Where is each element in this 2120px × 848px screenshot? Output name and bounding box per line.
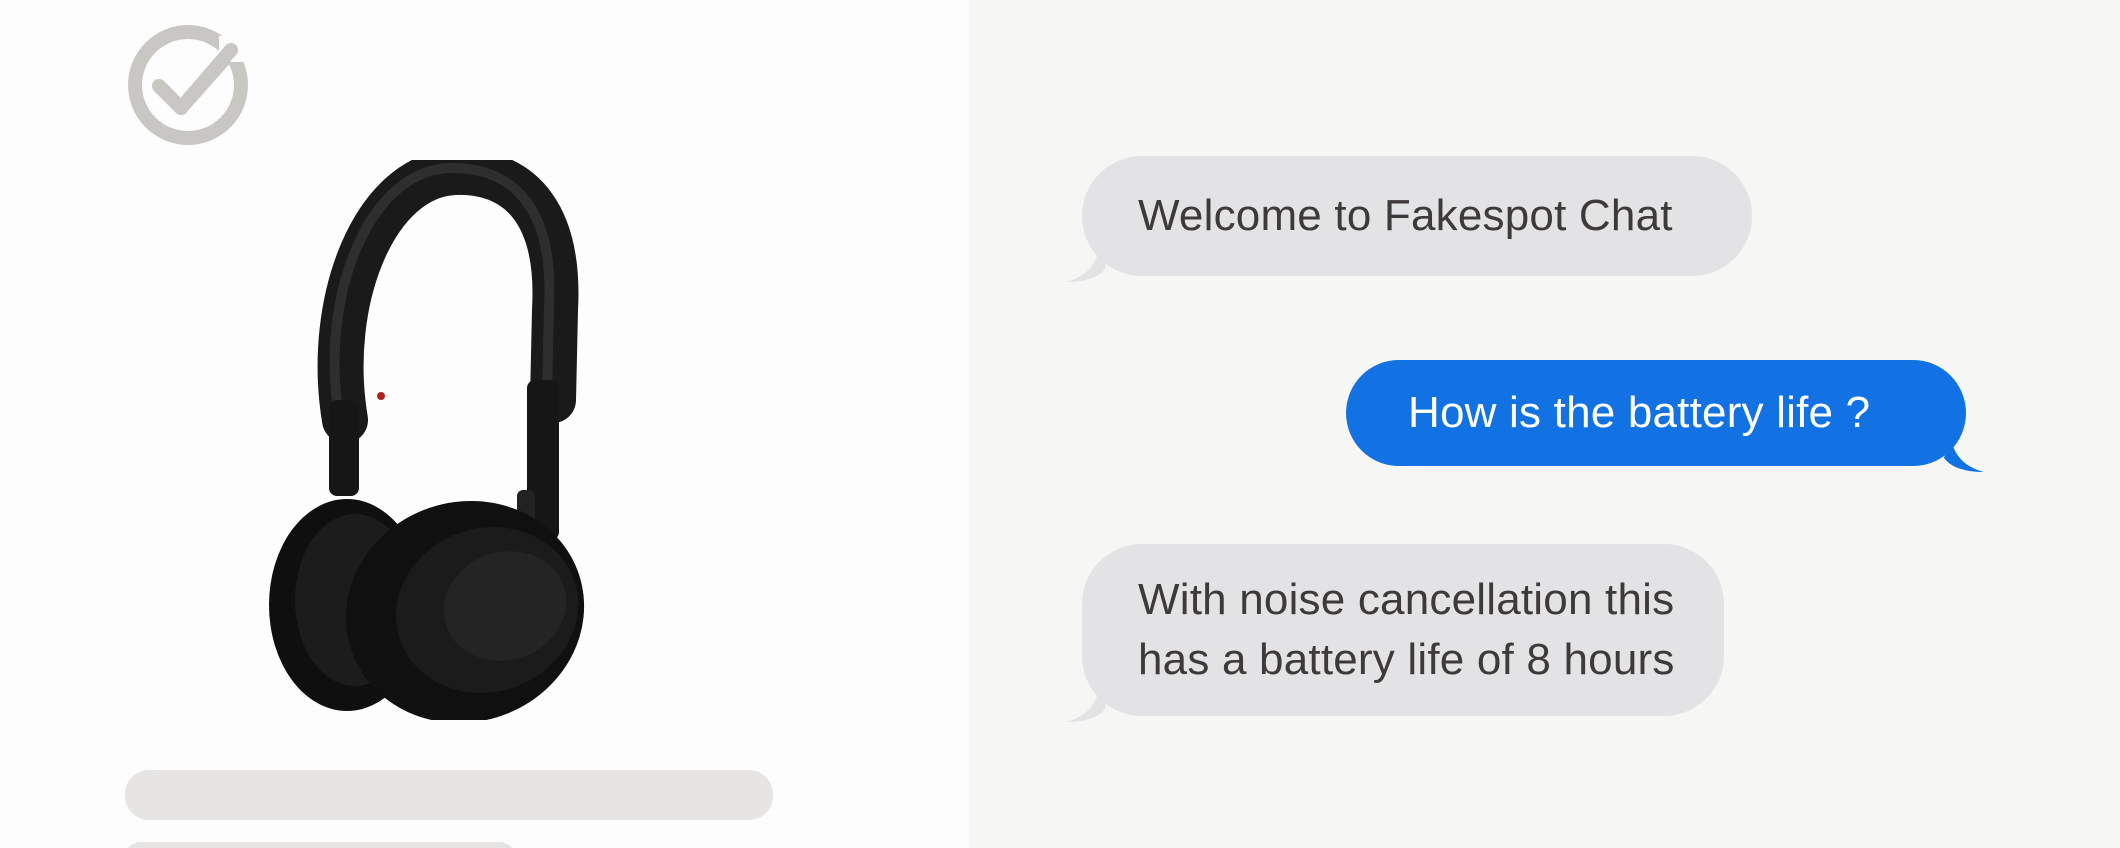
message-text: How is the battery life ? (1408, 388, 1871, 437)
message-text: With noise cancellation this has a batte… (1138, 575, 1675, 684)
chat-message-incoming: With noise cancellation this has a batte… (1066, 544, 1724, 722)
app-root: Welcome to Fakespot Chat How is the batt… (0, 0, 2120, 848)
chat-message-outgoing: How is the battery life ? (1346, 360, 1984, 472)
bubble-tail (1944, 436, 1984, 472)
placeholder-text-bar (125, 842, 515, 848)
checkmark-circle-icon (128, 25, 248, 145)
placeholder-text-bar (125, 770, 773, 820)
chat-message-incoming: Welcome to Fakespot Chat (1066, 156, 1752, 282)
message-text: Welcome to Fakespot Chat (1138, 191, 1673, 240)
headphones-icon (269, 160, 585, 720)
bubble-tail (1066, 686, 1106, 722)
bubble-tail (1066, 246, 1106, 282)
product-panel (0, 0, 969, 848)
chat-panel: Welcome to Fakespot Chat How is the batt… (969, 0, 2120, 848)
